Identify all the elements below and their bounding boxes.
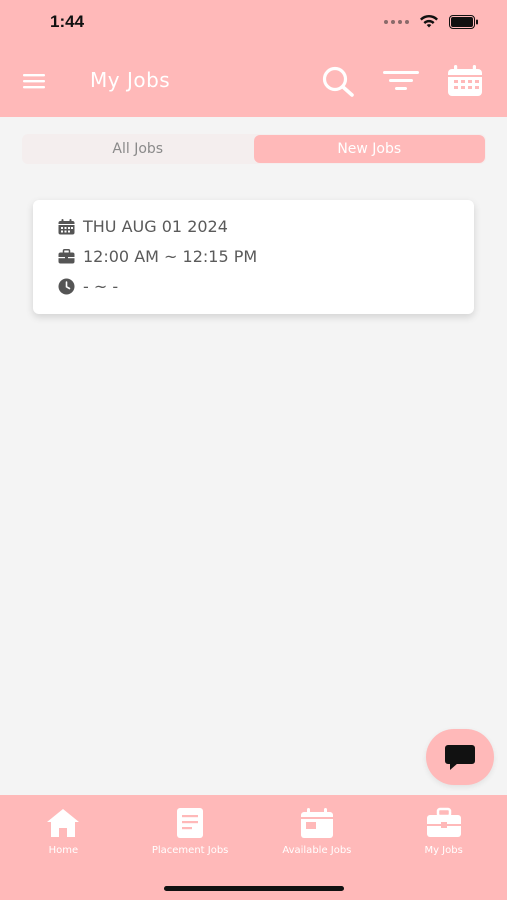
job-date: THU AUG 01 2024 — [83, 217, 228, 236]
filter-button[interactable] — [382, 64, 419, 98]
tab-new-jobs[interactable]: New Jobs — [253, 135, 485, 163]
status-time: 1:44 — [50, 12, 85, 31]
calendar-icon — [58, 218, 75, 234]
tab-all-jobs[interactable]: All Jobs — [22, 134, 254, 164]
calendar-icon — [448, 65, 482, 96]
chat-button[interactable] — [426, 729, 494, 785]
job-clock-value: - ~ - — [83, 277, 119, 296]
briefcase-icon — [58, 249, 75, 264]
nav-home[interactable]: Home — [0, 795, 127, 900]
bottom-nav: Home Placement Jobs Available Jobs My Jo… — [0, 795, 507, 900]
app-header: 1:44 My Jobs — [0, 0, 507, 117]
signal-dots-icon — [384, 19, 409, 24]
menu-icon — [23, 74, 45, 89]
nav-my-jobs-label: My Jobs — [424, 845, 463, 856]
status-icons — [384, 14, 479, 29]
jobs-tab-bar: All Jobs New Jobs — [22, 134, 486, 164]
job-card[interactable]: THU AUG 01 2024 12:00 AM ~ 12:15 PM - ~ … — [33, 200, 474, 314]
calendar-button[interactable] — [446, 64, 482, 98]
battery-icon — [449, 14, 478, 29]
home-icon — [47, 809, 80, 837]
filter-icon — [383, 71, 419, 90]
nav-available-jobs[interactable]: Available Jobs — [254, 795, 381, 900]
document-icon — [177, 808, 204, 838]
search-button[interactable] — [320, 64, 356, 98]
calendar-card-icon — [300, 808, 333, 838]
briefcase-icon — [426, 807, 461, 837]
job-clock-row: - ~ - — [58, 277, 118, 296]
search-icon — [322, 66, 354, 97]
menu-button[interactable] — [22, 70, 48, 92]
chat-bubble-icon — [445, 745, 475, 770]
screen: 1:44 My Jobs All Jobs New Jobs THU AUG 0… — [0, 0, 507, 900]
nav-home-label: Home — [48, 845, 79, 856]
page-title: My Jobs — [90, 68, 171, 92]
job-date-row: THU AUG 01 2024 — [58, 217, 228, 236]
job-time-range: 12:00 AM ~ 12:15 PM — [83, 247, 258, 266]
nav-placement-jobs-label: Placement Jobs — [151, 845, 229, 856]
job-time-row: 12:00 AM ~ 12:15 PM — [58, 247, 257, 266]
nav-placement-jobs[interactable]: Placement Jobs — [127, 795, 254, 900]
nav-available-jobs-label: Available Jobs — [282, 845, 352, 856]
wifi-icon — [420, 14, 438, 28]
clock-icon — [58, 278, 75, 295]
home-indicator — [164, 886, 344, 891]
nav-my-jobs[interactable]: My Jobs — [380, 795, 507, 900]
